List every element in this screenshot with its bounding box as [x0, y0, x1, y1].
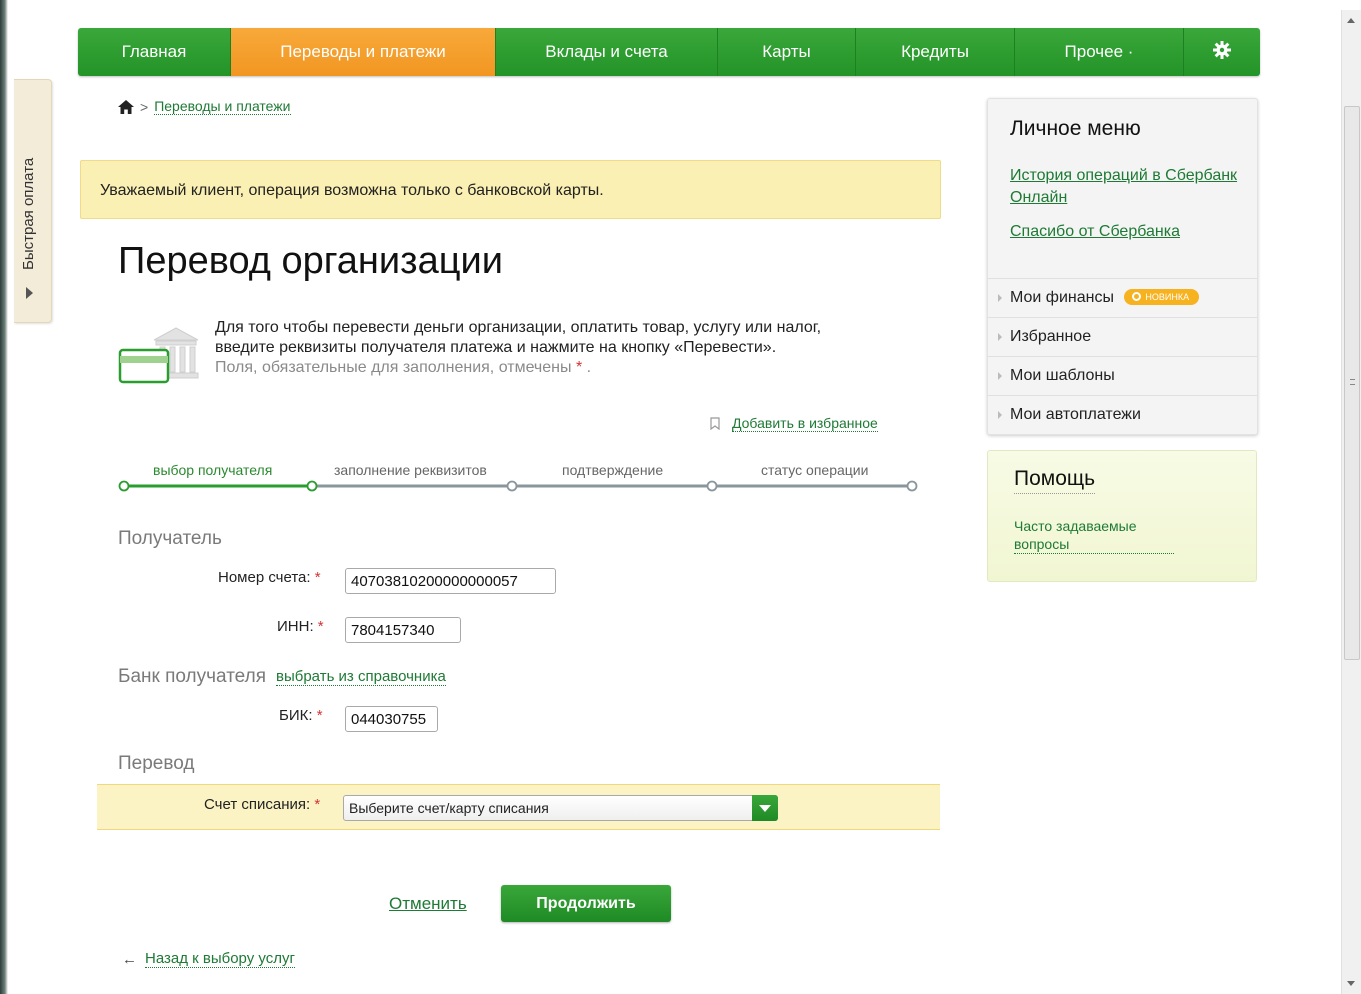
bik-label-text: БИК: [279, 707, 313, 724]
debit-account-row: Счет списания: * Выберите счет/карту спи… [97, 784, 940, 830]
scroll-thumb[interactable] [1344, 106, 1360, 660]
back-to-services[interactable]: ← Назад к выбору услуг [122, 950, 295, 968]
spasibo-link[interactable]: Спасибо от Сбербанка [1010, 221, 1240, 243]
bik-input[interactable] [345, 706, 438, 732]
nav-item-main[interactable]: Главная [78, 28, 231, 76]
chevron-down-icon [759, 805, 771, 812]
caret-right-icon [998, 294, 1002, 302]
warning-text: Уважаемый клиент, операция возможна толь… [100, 182, 604, 199]
expand-arrow-icon [26, 287, 33, 299]
intro-line-2: введите реквизиты получателя платежа и н… [215, 339, 777, 356]
continue-button[interactable]: Продолжить [501, 885, 671, 922]
home-icon[interactable] [118, 99, 134, 114]
debit-select-value: Выберите счет/карту списания [349, 800, 549, 816]
account-number-input[interactable] [345, 568, 556, 594]
page-title: Перевод организации [118, 240, 503, 282]
top-navigation: Главная Переводы и платежи Вклады и счет… [78, 28, 1260, 76]
transfer-section-title: Перевод [118, 753, 195, 774]
inn-input[interactable] [345, 617, 461, 643]
intro-note-end: . [586, 359, 592, 376]
back-to-services-link[interactable]: Назад к выбору услуг [145, 950, 295, 968]
window-left-edge [0, 0, 8, 994]
operations-history-link[interactable]: История операций в Сбербанк Онлайн [1010, 165, 1240, 209]
quick-pay-tab[interactable]: Быстрая оплата [14, 79, 52, 323]
debit-label-text: Счет списания: [204, 796, 311, 813]
intro-note: Поля, обязательные для заполнения, отмеч… [215, 358, 915, 378]
breadcrumb: > Переводы и платежи [118, 98, 291, 115]
inn-label: ИНН: * [277, 618, 324, 635]
required-star: * [314, 796, 321, 813]
quick-pay-label: Быстрая оплата [20, 157, 37, 270]
card-bank-icon [118, 327, 199, 384]
account-label-text: Номер счета: [218, 569, 311, 586]
progress-track [118, 480, 918, 492]
personal-menu-title: Личное меню [1010, 117, 1141, 140]
intro-text: Для того чтобы перевести деньги организа… [215, 318, 915, 378]
add-to-favorites-link[interactable]: Добавить в избранное [732, 415, 878, 432]
new-badge: новинка [1124, 289, 1200, 305]
scroll-down-icon[interactable] [1347, 981, 1355, 986]
account-label: Номер счета: * [218, 569, 321, 586]
step-details: заполнение реквизитов [334, 462, 487, 478]
nav-item-other[interactable]: Прочее · [1015, 28, 1184, 76]
menu-item-autopayments[interactable]: Мои автоплатежи [988, 395, 1257, 434]
progress-steps: выбор получателя заполнение реквизитов п… [118, 460, 918, 494]
new-badge-text: новинка [1145, 292, 1190, 302]
nav-item-settings[interactable] [1184, 28, 1260, 76]
menu-item-favorites[interactable]: Избранное [988, 317, 1257, 356]
warning-banner: Уважаемый клиент, операция возможна толь… [80, 160, 941, 219]
nav-item-transfers[interactable]: Переводы и платежи [231, 28, 496, 76]
cancel-link[interactable]: Отменить [389, 894, 467, 914]
favorites-label: Избранное [1010, 328, 1092, 345]
step-confirmation: подтверждение [562, 462, 664, 478]
required-star: * [316, 707, 323, 724]
intro-line-1: Для того чтобы перевести деньги организа… [215, 319, 822, 336]
personal-menu: Личное меню История операций в Сбербанк … [987, 98, 1258, 435]
breadcrumb-separator: > [140, 98, 149, 115]
vertical-scrollbar[interactable] [1341, 10, 1361, 994]
recipient-section-title: Получатель [118, 528, 222, 549]
nav-item-cards[interactable]: Карты [718, 28, 856, 76]
intro-note-text: Поля, обязательные для заполнения, отмеч… [215, 359, 572, 376]
choose-from-directory-link[interactable]: выбрать из справочника [276, 668, 446, 686]
caret-right-icon [998, 333, 1002, 341]
help-panel: Помощь Часто задаваемые вопросы [987, 450, 1257, 582]
caret-right-icon [998, 411, 1002, 419]
faq-link[interactable]: Часто задаваемые вопросы [1014, 517, 1174, 554]
step-recipient: выбор получателя [153, 462, 273, 478]
debit-label: Счет списания: * [204, 796, 320, 813]
add-to-favorites[interactable]: Добавить в избранное [710, 415, 878, 432]
bookmark-icon [710, 417, 720, 430]
arrow-left-icon: ← [122, 950, 137, 968]
nav-item-deposits[interactable]: Вклады и счета [496, 28, 718, 76]
bank-section-title: Банк получателя [118, 666, 266, 687]
templates-label: Мои шаблоны [1010, 367, 1115, 384]
required-star: * [317, 618, 324, 635]
nav-item-credits[interactable]: Кредиты [856, 28, 1015, 76]
step-status: статус операции [761, 462, 869, 478]
sun-icon [1132, 292, 1142, 301]
grip-icon [1350, 379, 1355, 385]
inn-label-text: ИНН: [277, 618, 314, 635]
debit-account-select[interactable]: Выберите счет/карту списания [343, 795, 778, 821]
my-finances-label: Мои финансы [1010, 289, 1114, 306]
required-star: * [314, 569, 321, 586]
scroll-up-icon[interactable] [1347, 18, 1355, 23]
autopayments-label: Мои автоплатежи [1010, 406, 1141, 423]
help-title: Помощь [1014, 467, 1096, 494]
bik-label: БИК: * [279, 707, 323, 724]
menu-item-templates[interactable]: Мои шаблоны [988, 356, 1257, 395]
gear-icon [1213, 41, 1231, 59]
menu-item-my-finances[interactable]: Мои финансы новинка [988, 278, 1257, 317]
dropdown-button[interactable] [752, 795, 778, 821]
caret-right-icon [998, 372, 1002, 380]
required-star: * [575, 359, 583, 376]
breadcrumb-link-transfers[interactable]: Переводы и платежи [154, 98, 291, 115]
